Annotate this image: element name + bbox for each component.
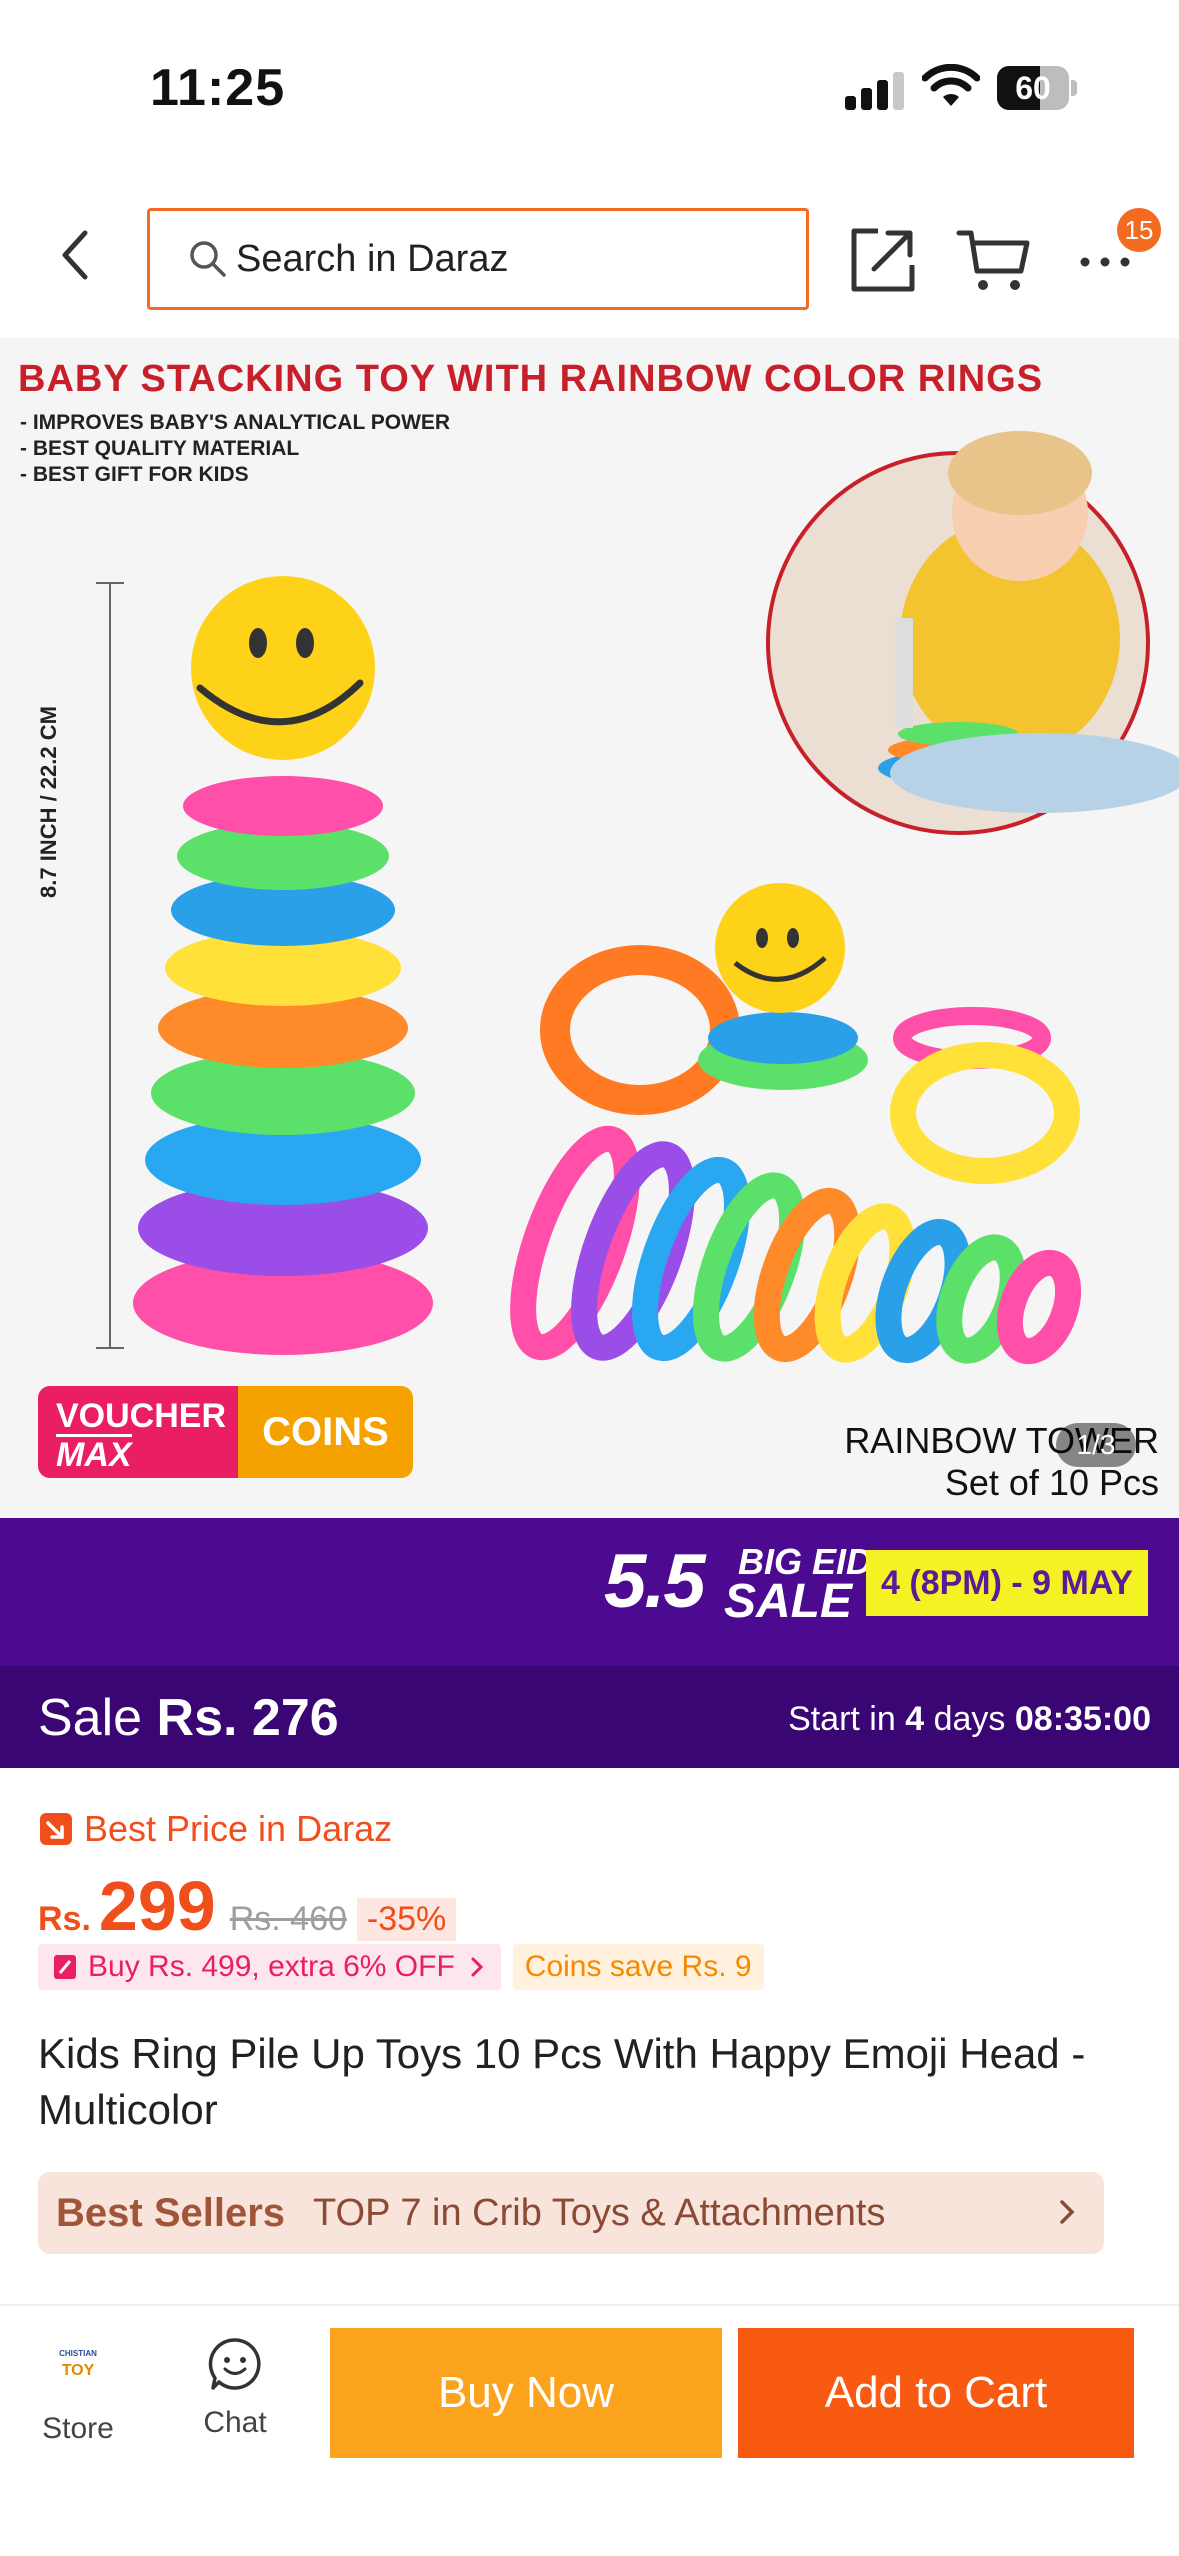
chevron-left-icon: [62, 230, 88, 280]
discount-badge: -35%: [356, 1898, 457, 1941]
image-bullets: - IMPROVES BABY'S ANALYTICAL POWER - BES…: [20, 411, 451, 486]
chat-icon: [208, 2338, 261, 2390]
image-headline: BABY STACKING TOY WITH RAINBOW COLOR RIN…: [18, 358, 1044, 400]
back-button[interactable]: [40, 220, 110, 290]
product-title: Kids Ring Pile Up Toys 10 Pcs With Happy…: [38, 2030, 1086, 2133]
voucher-coins-badge: VOUCHER MAX COINS: [38, 1386, 413, 1478]
notification-badge: 15: [1117, 208, 1161, 252]
promo-row: Buy Rs. 499, extra 6% OFF Coins save Rs.…: [38, 1944, 764, 1990]
best-sellers-link[interactable]: Best Sellers TOP 7 in Crib Toys & Attach…: [38, 2172, 1104, 2254]
status-bar: 11:25 60: [0, 0, 1179, 175]
battery-icon: 60: [997, 66, 1077, 110]
fallen-ring: [692, 1172, 806, 1362]
search-icon: [190, 241, 226, 277]
search-bar[interactable]: [147, 208, 809, 310]
chat-label: Chat: [203, 2406, 267, 2439]
image-counter: 1/3: [1056, 1423, 1136, 1467]
dimension-label: 8.7 INCH / 22.2 CM: [36, 706, 61, 898]
sale-countdown: Start in 4 days 08:35:00: [788, 1700, 1151, 1738]
coins-label: COINS: [238, 1386, 413, 1478]
campaign-dates: 4 (8PM) - 9 MAY: [866, 1550, 1148, 1616]
chevron-right-icon: [471, 1957, 483, 1977]
top-navigation: 15: [0, 190, 1179, 330]
battery-percent: 60: [1015, 70, 1051, 106]
share-icon[interactable]: [848, 225, 918, 295]
chat-button[interactable]: Chat: [185, 2336, 285, 2440]
cart-icon[interactable]: [955, 225, 1035, 295]
product-image-carousel[interactable]: BABY STACKING TOY WITH RAINBOW COLOR RIN…: [0, 338, 1179, 1518]
status-time: 11:25: [150, 59, 286, 117]
promo-deal-chip[interactable]: Buy Rs. 499, extra 6% OFF: [38, 1944, 501, 1990]
best-price-tag: Best Price in Daraz: [38, 1808, 392, 1850]
price-currency: Rs.: [38, 1900, 91, 1938]
search-input[interactable]: [236, 237, 756, 281]
product-photo: [96, 431, 1179, 1365]
add-to-cart-button[interactable]: Add to Cart: [738, 2328, 1134, 2458]
cellular-signal-icon: [845, 70, 905, 110]
chevron-right-icon: [1060, 2200, 1075, 2224]
campaign-number: 5.5: [604, 1539, 706, 1624]
voucher-icon: [54, 1955, 76, 1979]
tower-ring: [183, 776, 383, 836]
campaign-title: BIG EID SALE: [724, 1541, 873, 1628]
best-sellers-label: Best Sellers: [56, 2190, 286, 2235]
store-logo: CHISTIAN TOY: [59, 2349, 97, 2379]
store-button[interactable]: CHISTIAN TOY Store: [28, 2346, 128, 2446]
best-sellers-rank: TOP 7 in Crib Toys & Attachments: [313, 2191, 886, 2234]
voucher-max-label: VOUCHER MAX: [38, 1386, 238, 1478]
price-tag-icon: [40, 1813, 72, 1845]
current-price: 299: [98, 1867, 216, 1945]
bottom-action-bar: CHISTIAN TOY Store Chat Buy Now Add to C…: [0, 2304, 1179, 2556]
store-label: Store: [42, 2412, 114, 2445]
wifi-icon: [922, 64, 980, 106]
campaign-banner[interactable]: 5.5 BIG EID SALE 4 (8PM) - 9 MAY: [0, 1518, 1179, 1666]
buy-now-button[interactable]: Buy Now: [330, 2328, 722, 2458]
sale-price: Sale Rs. 276: [38, 1689, 339, 1747]
price-row: Rs. 299 Rs. 460 -35%: [38, 1866, 457, 1946]
coins-save-chip[interactable]: Coins save Rs. 9: [512, 1944, 764, 1990]
sale-price-bar: Sale Rs. 276 Start in 4 days 08:35:00: [0, 1666, 1179, 1768]
original-price: Rs. 460: [229, 1900, 347, 1938]
